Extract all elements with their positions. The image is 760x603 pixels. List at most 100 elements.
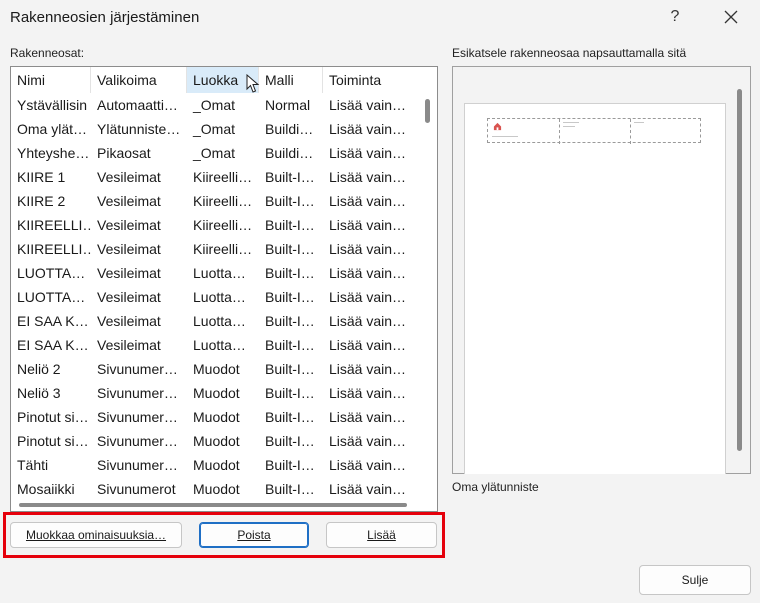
- cell-category: _Omat: [193, 97, 236, 113]
- cell-name: Tähti: [17, 457, 49, 473]
- mouse-pointer-icon: [246, 74, 260, 93]
- cell-category: Luotta…: [193, 289, 246, 305]
- cell-gallery: Vesileimat: [97, 193, 161, 209]
- list-row[interactable]: LUOTTA… Vesileimat Luotta… Built-I… Lisää va…: [11, 261, 411, 285]
- dialog-title: Rakenneosien järjestäminen: [10, 9, 200, 26]
- list-row[interactable]: Pinotut si… Sivunumer… Muodot Built-I… Lisää…: [11, 429, 411, 453]
- cell-name: Mosaiikki: [17, 481, 75, 497]
- list-row[interactable]: KIIRE 1 Vesileimat Kiireelli… Built-I… Lisää…: [11, 165, 411, 189]
- building-blocks-list[interactable]: Nimi Valikoima Luokka Malli Toiminta Yst…: [10, 66, 438, 512]
- vertical-scrollbar[interactable]: [425, 99, 430, 123]
- list-row[interactable]: Neliö 2 Sivunumer… Muodot Built-I… Lisää vai…: [11, 357, 411, 381]
- cell-template: Built-I…: [265, 409, 315, 425]
- cell-name: EI SAA K…: [17, 313, 89, 329]
- preview-text-line: [634, 122, 644, 123]
- cell-category: Muodot: [193, 457, 240, 473]
- edit-properties-button[interactable]: Muokkaa ominaisuuksia…: [10, 522, 182, 548]
- preview-caption: Oma ylätunniste: [452, 480, 539, 494]
- list-row[interactable]: EI SAA K… Vesileimat Luotta… Built-I… Lisää …: [11, 309, 411, 333]
- cell-gallery: Sivunumer…: [97, 361, 178, 377]
- preview-cell-divider: [630, 119, 631, 144]
- column-header-row: Nimi Valikoima Luokka Malli Toiminta: [11, 67, 411, 93]
- list-row[interactable]: EI SAA K… Vesileimat Luotta… Built-I… Lisää …: [11, 333, 411, 357]
- cell-name: KIIRE 1: [17, 169, 66, 185]
- cell-category: Kiireelli…: [193, 241, 253, 257]
- cell-name: Ystävällisin: [17, 97, 88, 113]
- cell-gallery: Vesileimat: [97, 217, 161, 233]
- cell-category: Muodot: [193, 361, 240, 377]
- list-row[interactable]: Oma ylät… Ylätunniste… _Omat Buildi… Lisää v…: [11, 117, 411, 141]
- cell-name: KIIREELLI…: [17, 217, 91, 233]
- column-header-name[interactable]: Nimi: [11, 67, 91, 93]
- column-header-behavior[interactable]: Toiminta: [323, 67, 411, 93]
- cell-gallery: Sivunumer…: [97, 385, 178, 401]
- home-icon: [493, 122, 502, 131]
- horizontal-scrollbar[interactable]: [19, 503, 407, 507]
- cell-template: Normal: [265, 97, 311, 113]
- cell-template: Built-I…: [265, 169, 315, 185]
- list-row[interactable]: LUOTTA… Vesileimat Luotta… Built-I… Lisää va…: [11, 285, 411, 309]
- cell-gallery: Vesileimat: [97, 241, 161, 257]
- insert-label: Lisää: [367, 528, 396, 542]
- cell-template: Built-I…: [265, 217, 315, 233]
- list-row[interactable]: Yhteyshe… Pikaosat _Omat Buildi… Lisää vain…: [11, 141, 411, 165]
- close-button[interactable]: Sulje: [639, 565, 751, 595]
- cell-template: Built-I…: [265, 385, 315, 401]
- preview-text-line: [492, 136, 518, 137]
- list-row[interactable]: Tähti Sivunumer… Muodot Built-I… Lisää vain…: [11, 453, 411, 477]
- cell-behavior: Lisää vain…: [329, 289, 407, 305]
- organizer-dialog: Rakenneosien järjestäminen ? Rakenneosat…: [0, 0, 760, 603]
- cell-gallery: Ylätunniste…: [97, 121, 181, 137]
- list-row[interactable]: Ystävällisin Automaatti… _Omat Normal Lisää …: [11, 93, 411, 117]
- insert-button[interactable]: Lisää: [326, 522, 437, 548]
- cell-gallery: Sivunumer…: [97, 409, 178, 425]
- cell-name: KIIREELLI…: [17, 241, 91, 257]
- cell-category: Kiireelli…: [193, 217, 253, 233]
- cell-category: Kiireelli…: [193, 169, 253, 185]
- help-button[interactable]: ?: [664, 6, 686, 28]
- list-row[interactable]: Neliö 3 Sivunumer… Muodot Built-I… Lisää vai…: [11, 381, 411, 405]
- cell-template: Built-I…: [265, 265, 315, 281]
- cell-behavior: Lisää vain…: [329, 385, 407, 401]
- list-row[interactable]: KIIREELLI… Vesileimat Kiireelli… Built-I… Li…: [11, 213, 411, 237]
- cell-category: _Omat: [193, 121, 236, 137]
- cell-category: Luotta…: [193, 337, 246, 353]
- cell-template: Built-I…: [265, 433, 315, 449]
- list-row[interactable]: Pinotut si… Sivunumer… Muodot Built-I… Lisää…: [11, 405, 411, 429]
- cell-behavior: Lisää vain…: [329, 145, 407, 161]
- cell-category: Luotta…: [193, 265, 246, 281]
- cell-behavior: Lisää vain…: [329, 241, 407, 257]
- cell-gallery: Vesileimat: [97, 169, 161, 185]
- cell-gallery: Vesileimat: [97, 313, 161, 329]
- cell-name: Yhteyshe…: [17, 145, 90, 161]
- cell-name: EI SAA K…: [17, 337, 89, 353]
- cell-behavior: Lisää vain…: [329, 433, 407, 449]
- column-header-template[interactable]: Malli: [259, 67, 323, 93]
- cell-gallery: Sivunumer…: [97, 457, 178, 473]
- cell-name: LUOTTA…: [17, 289, 86, 305]
- cell-template: Built-I…: [265, 241, 315, 257]
- cell-behavior: Lisää vain…: [329, 361, 407, 377]
- cell-category: Kiireelli…: [193, 193, 253, 209]
- delete-button[interactable]: Poista: [199, 522, 309, 548]
- preview-cell-divider: [559, 119, 560, 144]
- cell-name: Neliö 2: [17, 361, 61, 377]
- cell-gallery: Automaatti…: [97, 97, 178, 113]
- cell-behavior: Lisää vain…: [329, 337, 407, 353]
- close-window-button[interactable]: [716, 3, 746, 31]
- list-row[interactable]: KIIRE 2 Vesileimat Kiireelli… Built-I… Lisää…: [11, 189, 411, 213]
- list-row[interactable]: Mosaiikki Sivunumerot Muodot Built-I… Lisää …: [11, 477, 411, 501]
- cell-name: Neliö 3: [17, 385, 61, 401]
- preview-scrollbar[interactable]: [737, 89, 742, 451]
- edit-properties-label: Muokkaa ominaisuuksia…: [25, 528, 167, 542]
- cell-template: Built-I…: [265, 481, 315, 497]
- cell-name: Pinotut si…: [17, 433, 89, 449]
- cell-behavior: Lisää vain…: [329, 457, 407, 473]
- cell-template: Built-I…: [265, 361, 315, 377]
- column-header-gallery[interactable]: Valikoima: [91, 67, 187, 93]
- cell-category: _Omat: [193, 145, 236, 161]
- list-row[interactable]: KIIREELLI… Vesileimat Kiireelli… Built-I… Li…: [11, 237, 411, 261]
- cell-category: Luotta…: [193, 313, 246, 329]
- cell-name: KIIRE 2: [17, 193, 66, 209]
- cell-behavior: Lisää vain…: [329, 121, 407, 137]
